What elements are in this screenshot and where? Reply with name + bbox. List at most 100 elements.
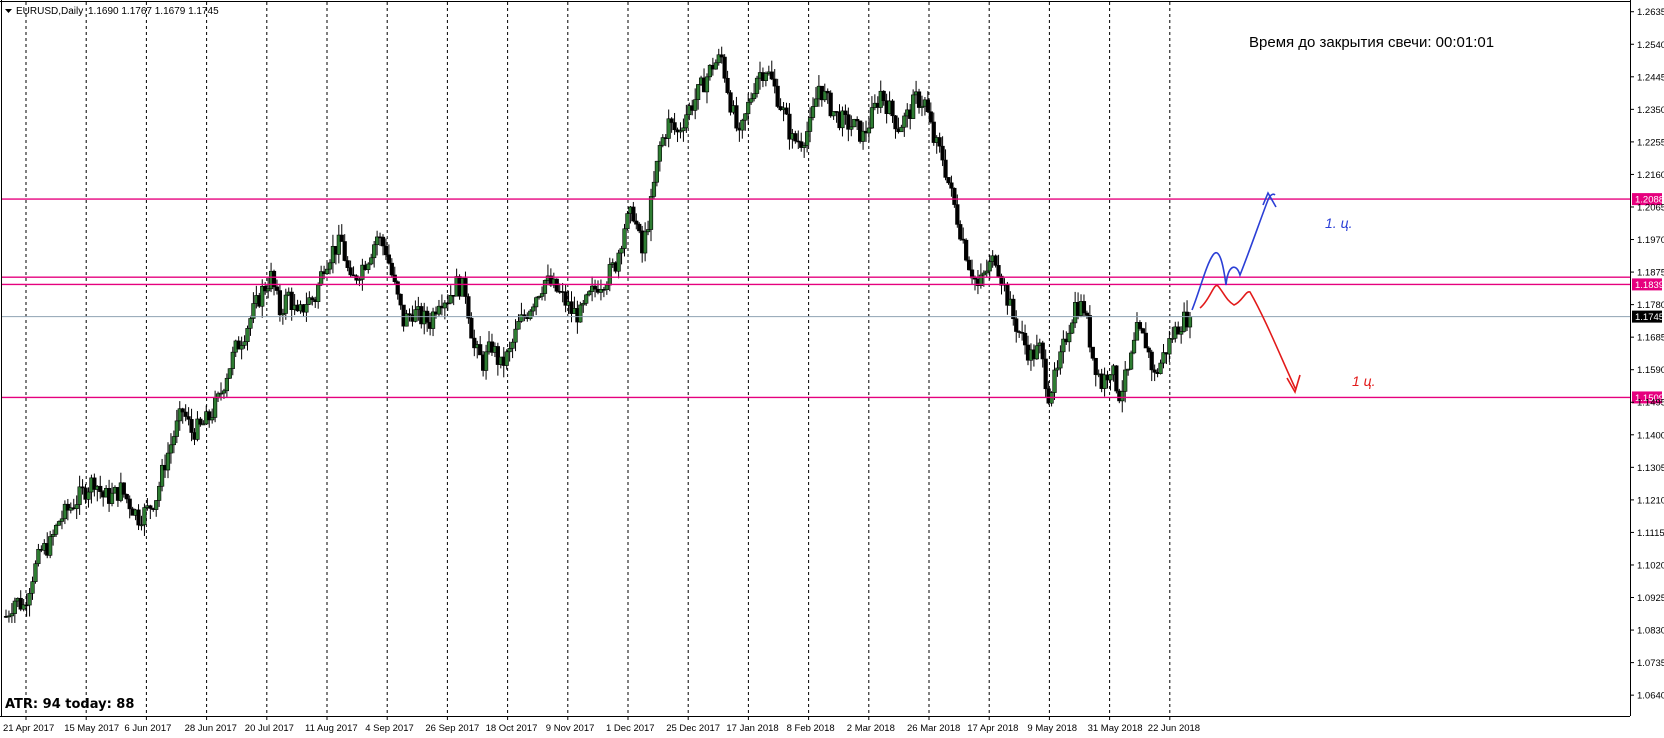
- candle-up: [807, 117, 813, 132]
- candle-up: [1131, 339, 1137, 354]
- candle-up: [210, 417, 215, 421]
- candle-up: [142, 507, 147, 526]
- x-tick-label: 20 Jul 2017: [245, 723, 294, 734]
- candle-down: [136, 509, 141, 526]
- x-tick-label: 28 Jun 2017: [185, 723, 237, 734]
- y-tick-label: 1.0830: [1637, 626, 1664, 637]
- candle-up: [154, 500, 159, 510]
- candle-down: [1140, 328, 1145, 334]
- x-tick-label: 26 Mar 2018: [907, 723, 960, 734]
- candle-down: [124, 493, 129, 500]
- candle-down: [1090, 346, 1095, 359]
- candle-up: [56, 521, 62, 526]
- y-tick-label: 1.1970: [1637, 235, 1664, 246]
- x-tick-label: 4 Sep 2017: [365, 723, 414, 734]
- candle-up: [227, 368, 232, 379]
- candle-up: [681, 127, 686, 132]
- candle-up: [743, 113, 748, 121]
- candle-up: [48, 536, 53, 556]
- candle-up: [810, 106, 816, 118]
- candle-down: [389, 262, 394, 276]
- candle-up: [266, 288, 271, 292]
- x-tick-label: 11 Aug 2017: [305, 723, 358, 734]
- y-tick-label: 1.2350: [1637, 105, 1664, 116]
- candle-up: [157, 485, 162, 501]
- candle-up: [1067, 332, 1072, 343]
- x-tick-label: 9 Nov 2017: [546, 723, 595, 734]
- candle-down: [392, 274, 397, 283]
- candle-down: [1081, 301, 1087, 314]
- candle-down: [592, 285, 598, 290]
- candle-down: [398, 293, 403, 306]
- y-tick-label: 1.1020: [1637, 560, 1664, 571]
- candle-down: [395, 281, 400, 295]
- candle-down: [940, 145, 945, 161]
- candle-up: [911, 94, 916, 119]
- candle-up: [696, 84, 701, 100]
- candle-up: [645, 229, 651, 233]
- candle-up: [507, 348, 512, 353]
- candle-up: [619, 248, 624, 254]
- candle-up: [607, 264, 612, 286]
- candle-up: [366, 263, 371, 270]
- candle-down: [478, 344, 483, 356]
- candle-down: [98, 485, 103, 492]
- candle-up: [1034, 345, 1039, 360]
- candle-up: [1179, 331, 1184, 335]
- price-chart[interactable]: 1.20881.18391.15091.1745 1.26351.25401.2…: [0, 0, 1664, 738]
- candle-down: [916, 91, 922, 108]
- candle-down: [996, 265, 1001, 277]
- candle-up: [763, 73, 768, 81]
- candle-down: [148, 505, 153, 509]
- y-tick-label: 1.1210: [1637, 495, 1664, 506]
- candle-up: [684, 114, 689, 129]
- candle-down: [1114, 365, 1119, 392]
- x-tick-label: 2 Mar 2018: [847, 723, 895, 734]
- y-tick-label: 1.2445: [1637, 72, 1664, 83]
- candle-down: [183, 411, 188, 417]
- candle-down: [386, 254, 391, 264]
- x-tick-label: 1 Dec 2017: [606, 723, 655, 734]
- candle-up: [587, 291, 592, 296]
- candle-up: [1052, 369, 1057, 393]
- candle-up: [245, 328, 250, 343]
- candle-up: [604, 284, 609, 291]
- ohlc-values: 1.1690 1.1767 1.1679 1.1745: [88, 6, 219, 17]
- candle-up: [616, 252, 621, 272]
- candle-up: [59, 518, 65, 522]
- candle-up: [242, 341, 247, 346]
- candle-down: [958, 224, 963, 240]
- candle-down: [1011, 298, 1016, 320]
- candle-up: [171, 436, 176, 446]
- candle-down: [1084, 312, 1090, 316]
- candle-down: [769, 71, 774, 80]
- candle-down: [634, 220, 639, 225]
- candle-down: [967, 259, 972, 271]
- candle-up: [625, 213, 630, 230]
- candle-down: [342, 241, 347, 261]
- candle-up: [510, 341, 515, 349]
- candle-up: [866, 127, 872, 134]
- x-tick-label: 6 Jun 2017: [124, 723, 171, 734]
- candle-up: [531, 306, 536, 312]
- x-tick-label: 25 Dec 2017: [666, 723, 720, 734]
- candle-up: [902, 115, 907, 128]
- y-tick-label: 1.1875: [1637, 268, 1664, 279]
- candle-up: [805, 131, 810, 146]
- x-tick-label: 26 Sep 2017: [425, 723, 479, 734]
- candle-down: [1143, 332, 1148, 349]
- candle-down: [631, 206, 636, 222]
- candle-up: [869, 107, 875, 129]
- level-badge-label: 1.1839: [1635, 280, 1664, 291]
- candle-up: [981, 272, 986, 276]
- candle-down: [722, 56, 727, 79]
- candle-up: [1120, 391, 1125, 402]
- candle-down: [949, 182, 954, 189]
- candle-up: [1158, 362, 1163, 374]
- candle-up: [239, 345, 244, 350]
- candle-down: [1022, 332, 1028, 346]
- candle-up: [584, 294, 589, 304]
- candle-down: [186, 416, 191, 420]
- candle-up: [751, 93, 757, 100]
- candle-down: [637, 223, 642, 232]
